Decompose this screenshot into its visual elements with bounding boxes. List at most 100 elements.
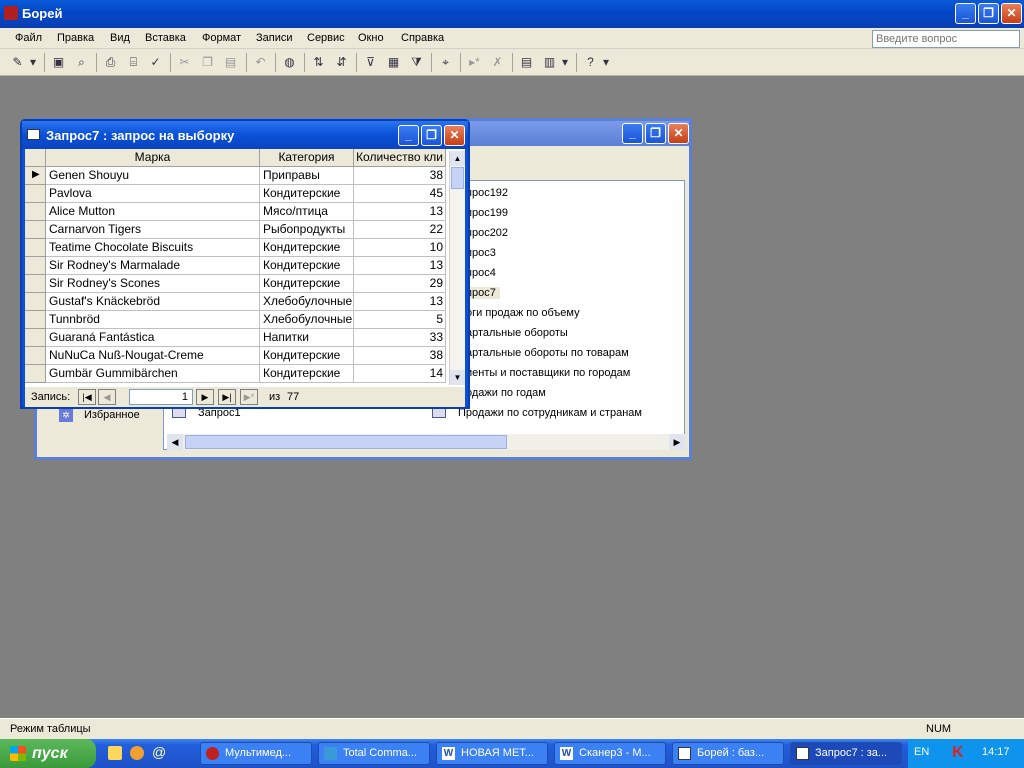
list-item[interactable]: артальные обороты [466, 327, 568, 339]
db-close-button[interactable]: ✕ [668, 123, 689, 144]
delete-record-icon[interactable]: ✗ [489, 54, 506, 71]
new-object-icon[interactable]: ▥ [541, 54, 558, 71]
task-query7[interactable]: Запрос7 : за... [790, 742, 902, 765]
list-item[interactable]: прос192 [466, 187, 508, 199]
query-close-button[interactable]: ✕ [444, 125, 465, 146]
paste-icon[interactable]: ▤ [222, 54, 239, 71]
menu-tools[interactable]: Сервис [307, 32, 345, 44]
quicklaunch-notepad-icon[interactable] [108, 746, 122, 760]
db-restore-button[interactable]: ❐ [645, 123, 666, 144]
copy-icon[interactable]: ❐ [199, 54, 216, 71]
menu-file[interactable]: Файл [15, 32, 42, 44]
table-row[interactable]: Sir Rodney's Marmalade Кондитерские 13 [25, 257, 446, 275]
help-dropdown-icon[interactable]: ▾ [601, 54, 611, 71]
record-selector[interactable] [25, 293, 46, 311]
record-selector[interactable] [25, 329, 46, 347]
sort-ascending-icon[interactable]: ⇅ [310, 54, 327, 71]
save-icon[interactable]: ▣ [50, 54, 67, 71]
db-horizontal-scrollbar[interactable]: ◀ ▶ [167, 434, 685, 450]
task-word-new[interactable]: W НОВАЯ МЕТ... [436, 742, 548, 765]
query-window[interactable]: Запрос7 : запрос на выборку _ ❐ ✕ Марка … [20, 119, 470, 409]
query-minimize-button[interactable]: _ [398, 125, 419, 146]
spelling-icon[interactable]: ✓ [147, 54, 164, 71]
table-row[interactable]: Teatime Chocolate Biscuits Кондитерские 10 [25, 239, 446, 257]
menu-insert[interactable]: Вставка [145, 32, 186, 44]
table-row[interactable]: Carnarvon Tigers Рыбопродукты 22 [25, 221, 446, 239]
view-dropdown-icon[interactable]: ▾ [28, 54, 38, 71]
list-item[interactable]: прос4 [466, 267, 496, 279]
record-selector[interactable] [25, 203, 46, 221]
table-row[interactable]: Sir Rodney's Scones Кондитерские 29 [25, 275, 446, 293]
start-button[interactable]: пуск [0, 739, 96, 768]
search-file-icon[interactable]: ⌕ [73, 54, 90, 71]
menu-edit[interactable]: Правка [57, 32, 94, 44]
table-row[interactable]: Guaraná Fantástica Напитки 33 [25, 329, 446, 347]
apply-filter-icon[interactable]: ⧩ [408, 54, 425, 71]
new-object-dropdown-icon[interactable]: ▾ [560, 54, 570, 71]
scroll-down-icon[interactable]: ▼ [450, 370, 465, 385]
list-item[interactable]: прос3 [466, 247, 496, 259]
filter-form-icon[interactable]: ▦ [385, 54, 402, 71]
scroll-up-icon[interactable]: ▲ [450, 151, 465, 166]
help-icon[interactable]: ? [582, 54, 599, 71]
query-restore-button[interactable]: ❐ [421, 125, 442, 146]
menu-format[interactable]: Формат [202, 32, 241, 44]
list-item-selected[interactable]: прос7 [466, 287, 500, 299]
list-item[interactable]: Продажи по сотрудникам и странам [458, 407, 642, 419]
close-button[interactable]: ✕ [1001, 3, 1022, 24]
menu-view[interactable]: Вид [110, 32, 130, 44]
record-selector[interactable] [25, 311, 46, 329]
grid-vertical-scrollbar[interactable]: ▲ ▼ [449, 151, 465, 385]
record-selector[interactable] [25, 365, 46, 383]
ask-question-input[interactable] [872, 30, 1020, 48]
minimize-button[interactable]: _ [955, 3, 976, 24]
column-header-count[interactable]: Количество кли [354, 149, 446, 167]
column-header-category[interactable]: Категория [260, 149, 354, 167]
menu-window[interactable]: Окно [358, 32, 384, 44]
last-record-button[interactable]: ▶| [218, 389, 236, 405]
list-item[interactable]: прос199 [466, 207, 508, 219]
table-row[interactable]: Gumbär Gummibärchen Кондитерские 14 [25, 365, 446, 383]
kaspersky-icon[interactable]: K [952, 744, 968, 762]
scroll-left-icon[interactable]: ◀ [167, 434, 183, 450]
print-icon[interactable]: ⎙ [102, 54, 119, 71]
column-header-brand[interactable]: Марка [46, 149, 260, 167]
task-word-scanner[interactable]: W Сканер3 - М... [554, 742, 666, 765]
list-item[interactable]: прос202 [466, 227, 508, 239]
table-row[interactable]: NuNuCa Nuß-Nougat-Creme Кондитерские 38 [25, 347, 446, 365]
table-row[interactable]: Tunnbröd Хлебобулочные 5 [25, 311, 446, 329]
menu-records[interactable]: Записи [256, 32, 293, 44]
scroll-right-icon[interactable]: ▶ [669, 434, 685, 450]
previous-record-button[interactable]: ◀ [98, 389, 116, 405]
filter-selection-icon[interactable]: ⊽ [362, 54, 379, 71]
view-icon[interactable]: ✎ [9, 54, 26, 71]
quicklaunch-media-icon[interactable] [130, 746, 144, 760]
record-selector[interactable] [25, 185, 46, 203]
print-preview-icon[interactable]: ⌸ [125, 54, 142, 71]
task-multimedia[interactable]: Мультимед... [200, 742, 312, 765]
undo-icon[interactable]: ↶ [252, 54, 269, 71]
query-window-titlebar[interactable]: Запрос7 : запрос на выборку _ ❐ ✕ [22, 121, 468, 149]
sort-descending-icon[interactable]: ⇵ [333, 54, 350, 71]
clock[interactable]: 14:17 [982, 746, 1010, 758]
table-row[interactable]: ▶ Genen Shouyu Приправы 38 [25, 167, 446, 185]
scroll-thumb[interactable] [451, 167, 464, 189]
record-selector[interactable] [25, 239, 46, 257]
record-selector[interactable]: ▶ [25, 167, 46, 185]
new-record-button[interactable]: ▶* [240, 389, 258, 405]
table-row[interactable]: Gustaf's Knäckebröd Хлебобулочные 13 [25, 293, 446, 311]
current-record-field[interactable]: 1 [129, 389, 193, 405]
language-indicator[interactable]: EN [914, 746, 929, 758]
hyperlink-icon[interactable]: ◍ [281, 54, 298, 71]
record-selector[interactable] [25, 347, 46, 365]
select-all-corner[interactable] [25, 149, 46, 167]
find-icon[interactable]: ⌖ [437, 54, 454, 71]
table-row[interactable]: Pavlova Кондитерские 45 [25, 185, 446, 203]
table-row[interactable]: Alice Mutton Мясо/птица 13 [25, 203, 446, 221]
task-borey-db[interactable]: Борей : баз... [672, 742, 784, 765]
menu-help[interactable]: Справка [401, 32, 444, 44]
db-minimize-button[interactable]: _ [622, 123, 643, 144]
list-item[interactable]: одажи по годам [466, 387, 546, 399]
cut-icon[interactable]: ✂ [176, 54, 193, 71]
next-record-button[interactable]: ▶ [196, 389, 214, 405]
